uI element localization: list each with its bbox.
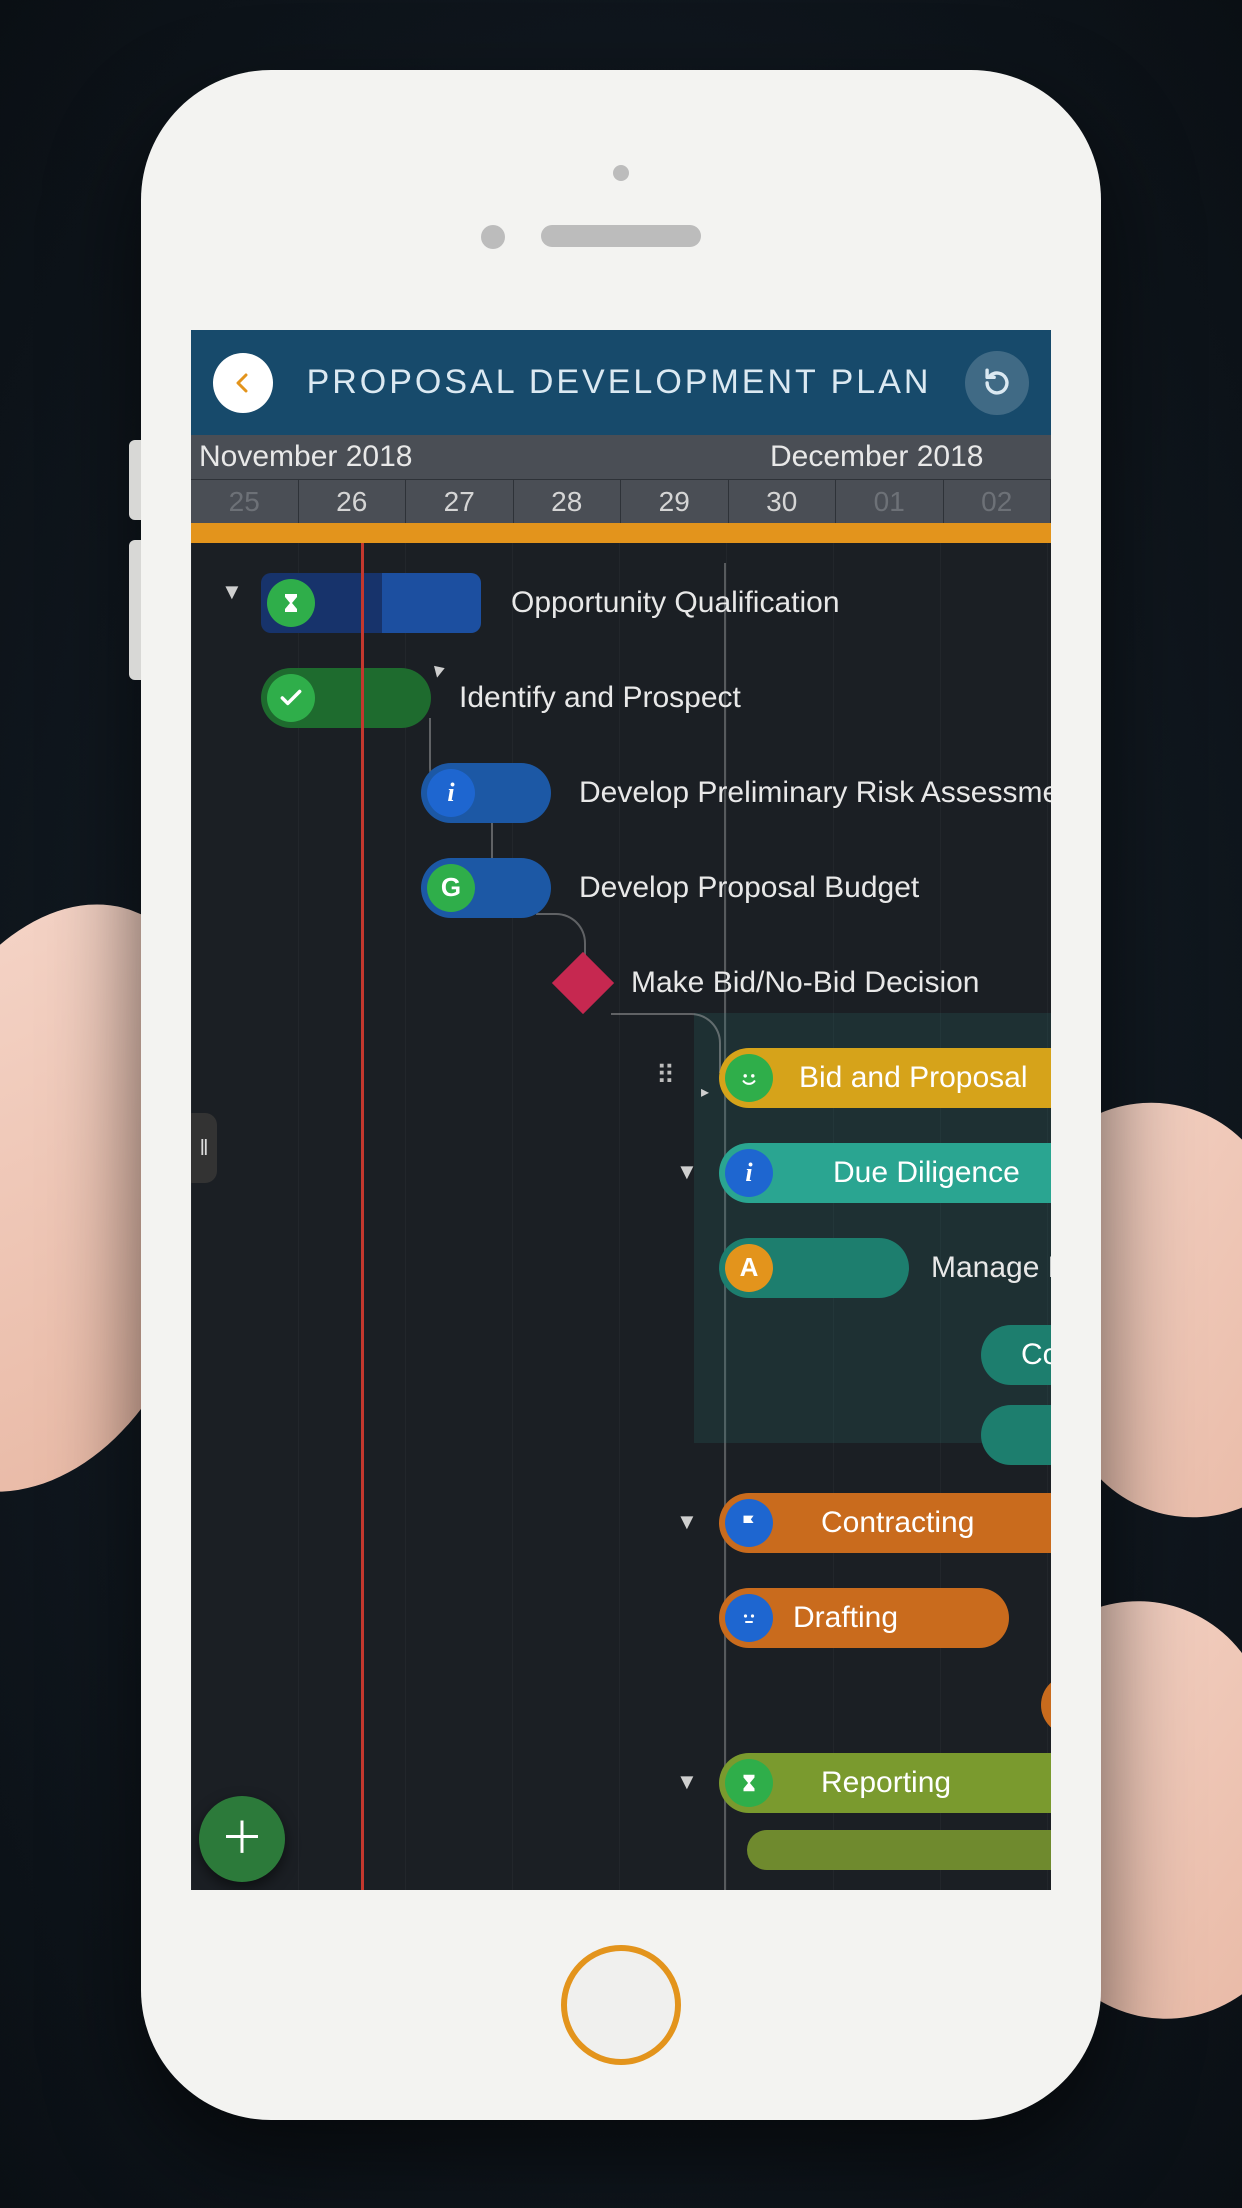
task-row[interactable]: Make Bid/No-Bid Decision [191, 935, 1051, 1030]
phone-camera [481, 225, 505, 249]
caret-down-icon[interactable]: ▼ [676, 1509, 698, 1535]
plus-icon: ＋ [220, 1817, 264, 1861]
task-bar[interactable] [261, 573, 481, 633]
task-bar[interactable] [981, 1405, 1051, 1465]
phone-speaker [541, 225, 701, 247]
day-cell[interactable]: 26 [299, 480, 407, 523]
day-cell[interactable]: 02 [944, 480, 1052, 523]
phone-body: PROPOSAL DEVELOPMENT PLAN November 2018 … [141, 70, 1101, 2120]
date-ruler[interactable]: November 2018 December 2018 25 26 27 28 … [191, 435, 1051, 523]
task-row[interactable]: i Develop Preliminary Risk Assessment [191, 745, 1051, 840]
month-label-left: November 2018 [191, 440, 766, 474]
day-cell[interactable]: 28 [514, 480, 622, 523]
task-label: Develop Proposal Budget [579, 871, 919, 905]
task-row [191, 1665, 1051, 1735]
smile-icon [725, 1054, 773, 1102]
task-label: Opportunity Qualification [511, 586, 840, 620]
phone-home-button[interactable] [561, 1945, 681, 2065]
task-bar[interactable]: G [421, 858, 551, 918]
info-icon: i [725, 1149, 773, 1197]
task-label: Manage Due Dilig [931, 1251, 1051, 1285]
task-bar[interactable]: Bid and Proposal [719, 1048, 1051, 1108]
task-row[interactable]: ⠿ ▸ Bid and Proposal [191, 1030, 1051, 1125]
neutral-face-icon [725, 1594, 773, 1642]
refresh-button[interactable] [965, 351, 1029, 415]
task-bar[interactable]: Co [981, 1325, 1051, 1385]
hourglass-icon [267, 579, 315, 627]
month-label-right: December 2018 [766, 440, 1051, 474]
task-row[interactable]: ▼ Reporting [191, 1735, 1051, 1830]
app-header: PROPOSAL DEVELOPMENT PLAN [191, 330, 1051, 435]
milestone-diamond[interactable] [552, 952, 614, 1014]
caret-down-icon[interactable]: ▼ [676, 1769, 698, 1795]
task-label: Due Diligence [833, 1156, 1020, 1190]
day-cell[interactable]: 27 [406, 480, 514, 523]
task-label: Drafting [793, 1601, 898, 1635]
back-button[interactable] [213, 353, 273, 413]
task-row[interactable]: ▼ i Due Diligence [191, 1125, 1051, 1220]
hourglass-icon [725, 1759, 773, 1807]
task-bar[interactable] [261, 668, 431, 728]
task-bar[interactable]: A [719, 1238, 909, 1298]
day-row: 25 26 27 28 29 30 01 02 [191, 479, 1051, 523]
app-screen: PROPOSAL DEVELOPMENT PLAN November 2018 … [191, 330, 1051, 1890]
task-row[interactable]: ▼ Contracting [191, 1475, 1051, 1570]
task-row[interactable]: A Manage Due Dilig [191, 1220, 1051, 1315]
task-label: Develop Preliminary Risk Assessment [579, 776, 1051, 810]
flag-icon [725, 1499, 773, 1547]
task-row[interactable]: Co [191, 1315, 1051, 1395]
day-cell[interactable]: 25 [191, 480, 299, 523]
task-row[interactable]: ▼ Opportunity Qualification [191, 555, 1051, 650]
status-letter-g-icon: G [427, 864, 475, 912]
task-row[interactable]: G Develop Proposal Budget [191, 840, 1051, 935]
day-cell[interactable]: 30 [729, 480, 837, 523]
task-bar[interactable]: i Due Diligence [719, 1143, 1051, 1203]
task-row[interactable] [191, 1830, 1051, 1870]
task-row[interactable] [191, 1395, 1051, 1475]
task-label: Contracting [821, 1506, 974, 1540]
task-bar[interactable]: Drafting [719, 1588, 1009, 1648]
task-row[interactable]: ▾ Identify and Prospect [191, 650, 1051, 745]
task-bar[interactable] [747, 1830, 1051, 1870]
task-bar[interactable]: i [421, 763, 551, 823]
caret-icon: ▾ [430, 657, 446, 685]
page-title: PROPOSAL DEVELOPMENT PLAN [293, 363, 945, 402]
today-marker [361, 543, 364, 1890]
gantt-area[interactable]: ‖ ▼ Opportunity Qualification [191, 543, 1051, 1890]
caret-down-icon[interactable]: ▼ [676, 1159, 698, 1185]
task-label: Make Bid/No-Bid Decision [631, 966, 979, 1000]
task-bar[interactable]: Contracting [719, 1493, 1051, 1553]
day-cell[interactable]: 29 [621, 480, 729, 523]
check-icon [267, 674, 315, 722]
task-bar[interactable]: Reporting [719, 1753, 1051, 1813]
task-row[interactable]: Drafting [191, 1570, 1051, 1665]
day-cell[interactable]: 01 [836, 480, 944, 523]
info-icon: i [427, 769, 475, 817]
status-letter-a-icon: A [725, 1244, 773, 1292]
task-label: Identify and Prospect [459, 681, 741, 715]
caret-down-icon[interactable]: ▼ [221, 579, 243, 605]
refresh-icon [980, 366, 1014, 400]
org-chart-icon: ⠿ [656, 1060, 675, 1091]
task-label: Co [1021, 1338, 1051, 1372]
phone-sensor [613, 165, 629, 181]
chevron-left-icon [231, 371, 255, 395]
add-button[interactable]: ＋ [199, 1796, 285, 1882]
link-arrow-icon: ▸ [701, 1082, 709, 1102]
task-label: Reporting [821, 1766, 951, 1800]
task-label: Bid and Proposal [799, 1061, 1028, 1095]
timeline-summary-bar [191, 523, 1051, 543]
